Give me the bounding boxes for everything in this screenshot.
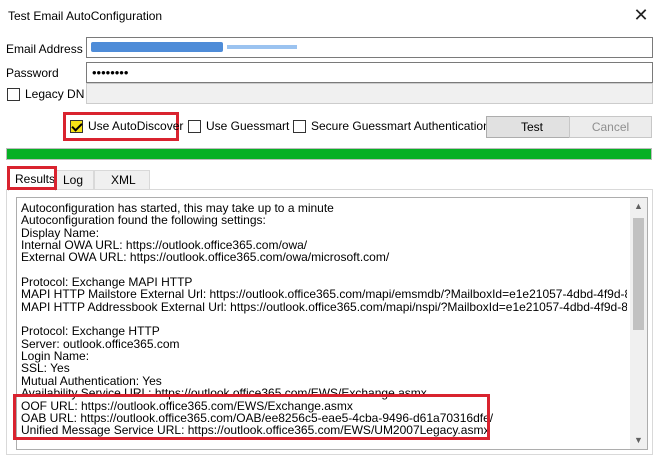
use-guessmart-checkbox[interactable] xyxy=(188,120,201,133)
progress-fill xyxy=(7,149,651,159)
tab-log[interactable]: Log xyxy=(56,170,94,190)
vertical-scrollbar[interactable]: ▲ ▼ xyxy=(630,198,647,449)
scroll-down-icon[interactable]: ▼ xyxy=(630,432,647,449)
results-line: Login Name: xyxy=(21,349,90,364)
email-redaction-tail xyxy=(227,45,297,49)
tab-xml[interactable]: XML xyxy=(94,170,150,190)
title-bar: Test Email AutoConfiguration ✕ xyxy=(0,0,659,32)
close-icon[interactable]: ✕ xyxy=(628,4,654,28)
progress-bar xyxy=(6,148,652,160)
legacy-dn-input xyxy=(87,84,652,103)
results-tab-highlight xyxy=(7,166,57,190)
results-line: Protocol: Exchange HTTP xyxy=(21,324,160,339)
results-line: SSL: Yes xyxy=(21,361,70,376)
email-redaction xyxy=(91,42,223,52)
email-field[interactable] xyxy=(86,37,653,58)
legacy-dn-field xyxy=(86,83,653,104)
use-guessmart-label: Use Guessmart xyxy=(206,119,290,133)
secure-guessmart-checkbox[interactable] xyxy=(293,120,306,133)
password-field[interactable]: •••••••• xyxy=(86,62,653,83)
window-title: Test Email AutoConfiguration xyxy=(8,9,163,23)
email-label: Email Address xyxy=(6,42,83,56)
password-value: •••••••• xyxy=(92,65,129,80)
legacy-dn-label: Legacy DN xyxy=(25,87,85,101)
results-line: MAPI HTTP Mailstore External Url: https:… xyxy=(21,287,627,302)
results-line: Server: outlook.office365.com xyxy=(21,336,180,351)
legacy-dn-checkbox[interactable] xyxy=(7,88,20,101)
results-line: MAPI HTTP Addressbook External Url: http… xyxy=(21,299,627,314)
use-autodiscover-label: Use AutoDiscover xyxy=(88,119,184,133)
use-autodiscover-checkbox[interactable] xyxy=(70,120,83,133)
scroll-up-icon[interactable]: ▲ xyxy=(630,198,647,215)
password-label: Password xyxy=(6,66,59,80)
test-button[interactable]: Test xyxy=(486,116,578,138)
secure-guessmart-label: Secure Guessmart Authentication xyxy=(311,119,490,133)
scroll-thumb[interactable] xyxy=(633,218,644,330)
results-line: Autoconfiguration found the following se… xyxy=(21,213,266,228)
urls-highlight xyxy=(13,394,490,440)
results-line: External OWA URL: https://outlook.office… xyxy=(21,250,390,265)
cancel-button[interactable]: Cancel xyxy=(569,116,652,138)
